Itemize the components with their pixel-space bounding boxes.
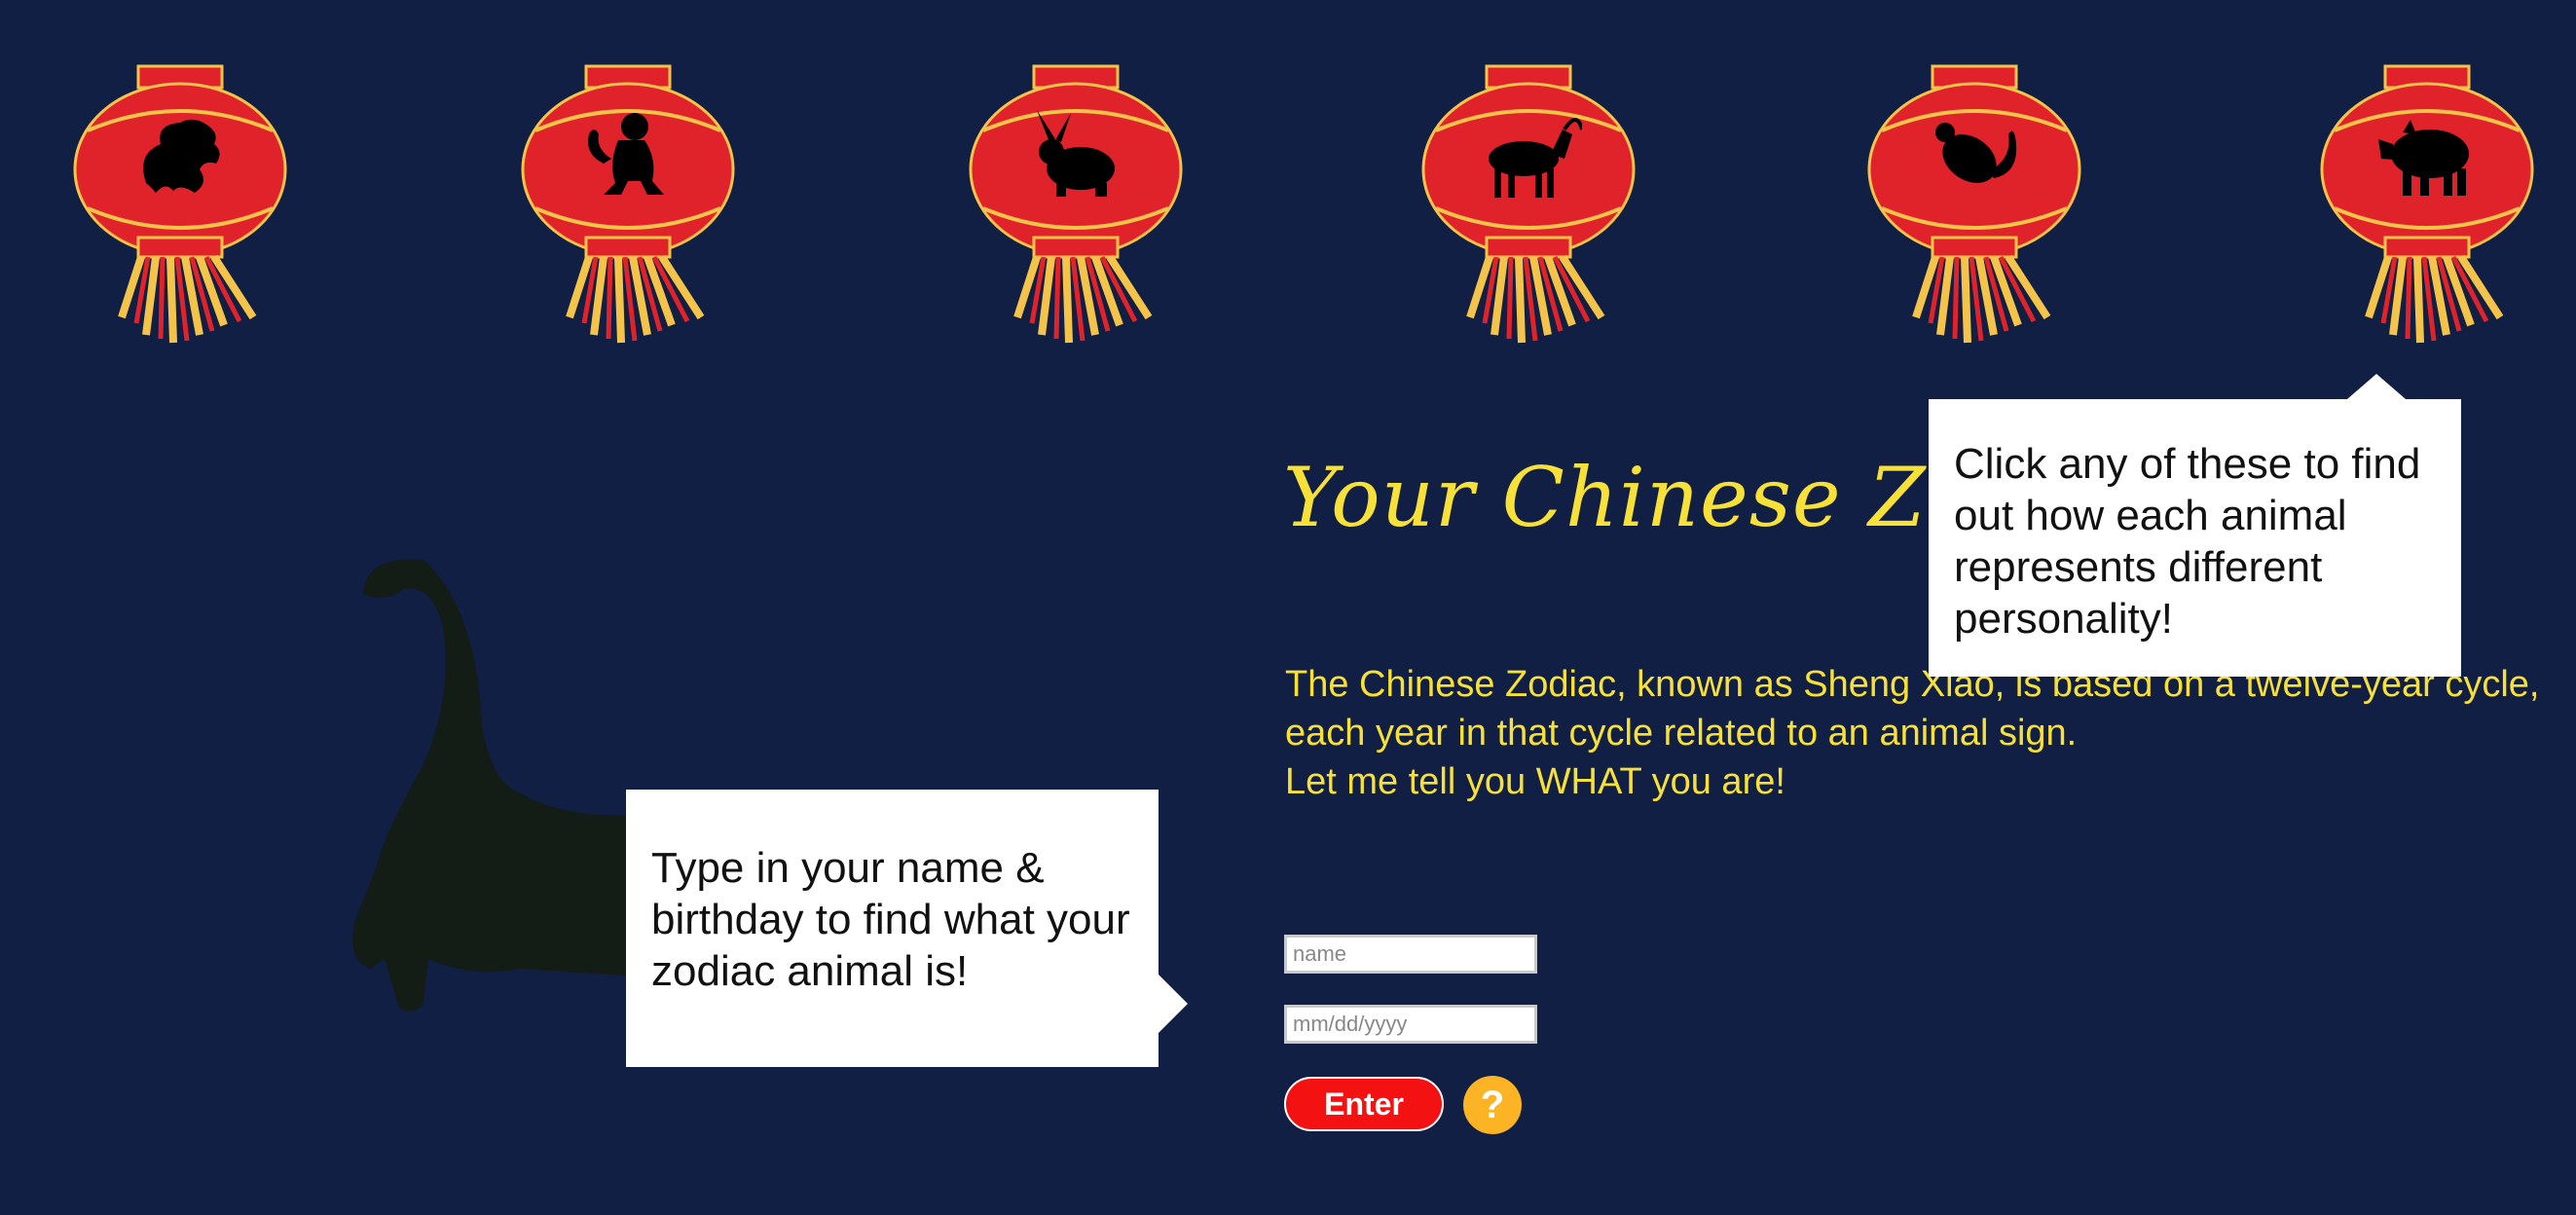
lantern-rat[interactable]: [1862, 62, 2086, 347]
dragon-icon: [127, 105, 234, 202]
form-hint-tooltip: Type in your name & birthday to find wha…: [626, 790, 1188, 1067]
lantern-goat[interactable]: [1417, 62, 1640, 347]
rat-icon: [1921, 105, 2028, 202]
intro-text: The Chinese Zodiac, known as Sheng Xiao,…: [1285, 660, 2551, 806]
goat-icon: [1475, 105, 1582, 202]
rabbit-icon: [1022, 105, 1129, 202]
lantern-dragon[interactable]: [68, 62, 292, 347]
pig-icon: [2374, 105, 2481, 202]
intro-line: Let me tell you WHAT you are!: [1285, 761, 1785, 802]
lantern-pig[interactable]: [2315, 62, 2539, 347]
lantern-rabbit[interactable]: [964, 62, 1188, 347]
monkey-icon: [574, 105, 681, 202]
name-input[interactable]: [1284, 935, 1537, 974]
birthday-input[interactable]: [1284, 1005, 1537, 1044]
lantern-hint-tooltip: Click any of these to find out how each …: [1929, 374, 2461, 677]
help-icon[interactable]: ?: [1463, 1076, 1522, 1134]
enter-button[interactable]: Enter: [1284, 1077, 1444, 1131]
lantern-monkey[interactable]: [516, 62, 740, 347]
nessie-illustration: [352, 559, 657, 1012]
